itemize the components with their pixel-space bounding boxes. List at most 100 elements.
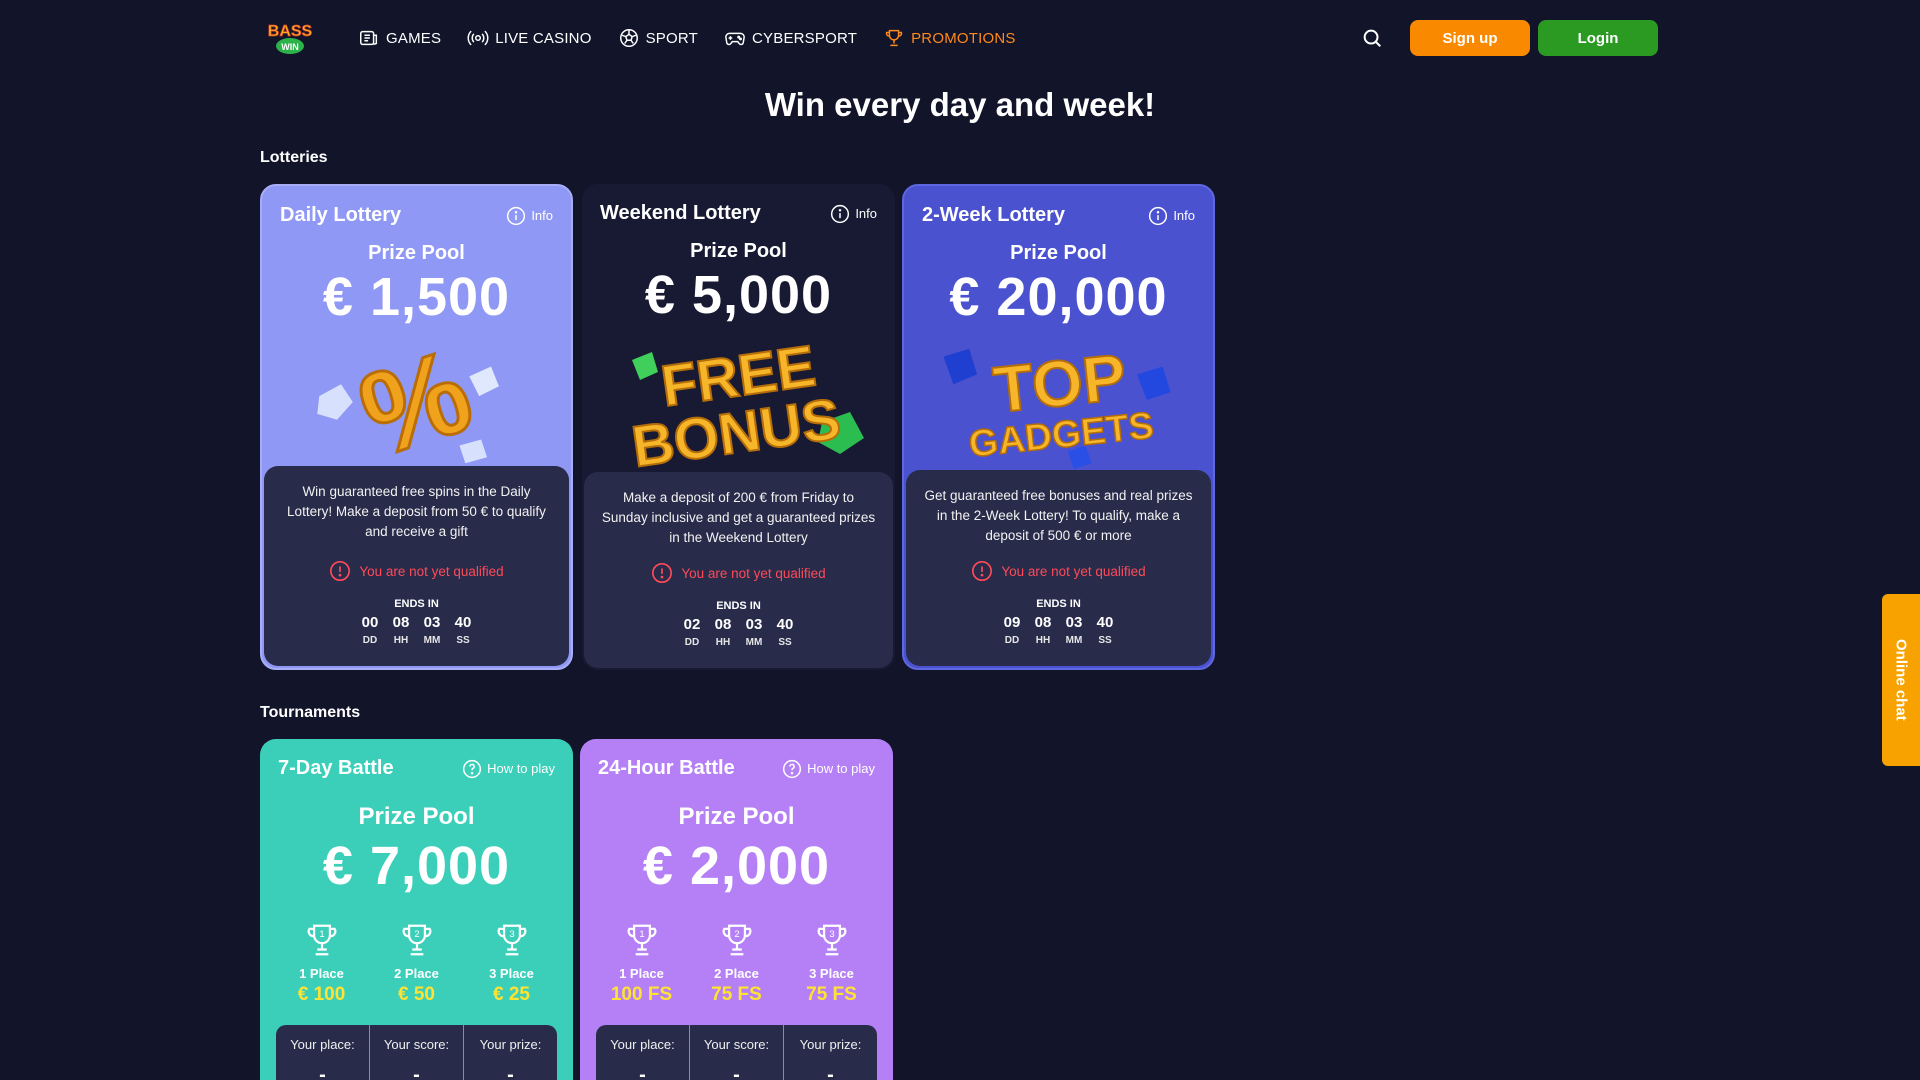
lottery-name: Daily Lottery bbox=[280, 204, 402, 226]
trophy-icon: 2 bbox=[402, 924, 431, 956]
bass-win-logo[interactable]: BASS WIN bbox=[260, 18, 320, 58]
signup-button[interactable]: Sign up bbox=[1410, 20, 1530, 56]
timer-days: 09 bbox=[1003, 614, 1021, 631]
ends-in-label: ENDS IN bbox=[394, 598, 439, 610]
prize-pool-amount: € 20,000 bbox=[949, 267, 1168, 327]
your-place-value: - bbox=[639, 1064, 646, 1080]
info-label: Info bbox=[531, 208, 553, 223]
live-casino-icon bbox=[467, 30, 489, 46]
svg-text:2: 2 bbox=[734, 929, 739, 940]
svg-text:3: 3 bbox=[509, 929, 514, 940]
prize-pool-amount: € 2,000 bbox=[642, 836, 831, 896]
warning-icon bbox=[652, 563, 673, 583]
daily-lottery-card[interactable]: Daily Lottery Info Prize Pool € 1,500 % … bbox=[260, 184, 573, 670]
info-link[interactable]: Info bbox=[830, 204, 877, 224]
lottery-name: 2-Week Lottery bbox=[922, 204, 1066, 226]
twenty-four-hour-battle-card[interactable]: 24-Hour Battle How to play Prize Pool € … bbox=[580, 739, 893, 1080]
card-header: Weekend Lottery Info bbox=[600, 202, 877, 225]
place-prize: € 25 bbox=[493, 984, 530, 1005]
first-place: 1 1 Place € 100 bbox=[282, 921, 362, 1006]
timer-seconds-label: SS bbox=[456, 635, 470, 646]
lottery-details-panel: Get guaranteed free bonuses and real pri… bbox=[906, 470, 1211, 666]
timer-days-label: DD bbox=[362, 635, 378, 646]
status-text: You are not yet qualified bbox=[359, 563, 504, 579]
timer-hours-label: HH bbox=[1035, 635, 1051, 646]
your-score-value: - bbox=[413, 1064, 420, 1080]
lottery-details-panel: Win guaranteed free spins in the Daily L… bbox=[264, 466, 569, 666]
your-prize-value: - bbox=[827, 1064, 834, 1080]
tournament-name: 24-Hour Battle bbox=[598, 757, 735, 779]
prize-places: 1 1 Place 100 FS 2 2 Place 75 FS 3 3 Pla… bbox=[580, 921, 893, 1006]
prize-pool-label: Prize Pool bbox=[1010, 242, 1107, 264]
timer-seconds: 40 bbox=[454, 614, 472, 631]
timer-hours: 08 bbox=[392, 614, 410, 631]
svg-text:WIN: WIN bbox=[281, 42, 299, 52]
place-name: 3 Place bbox=[809, 966, 854, 981]
trophy-icon: 3 bbox=[817, 924, 846, 956]
nav-live-casino[interactable]: LIVE CASINO bbox=[467, 27, 591, 49]
timer-days: 02 bbox=[683, 616, 701, 633]
timer-hours-label: HH bbox=[715, 637, 731, 648]
ends-in-label: ENDS IN bbox=[716, 600, 761, 612]
prize-pool-amount: € 7,000 bbox=[322, 836, 511, 896]
prize-places: 1 1 Place € 100 2 2 Place € 50 3 3 Place… bbox=[260, 921, 573, 1006]
nav-promotions-label: PROMOTIONS bbox=[911, 29, 1016, 47]
top-gadgets-illustration: TOP GADGETS bbox=[904, 336, 1213, 472]
lottery-description: Make a deposit of 200 € from Friday to S… bbox=[601, 490, 876, 545]
how-to-play-link[interactable]: How to play bbox=[782, 759, 875, 779]
card-header: 24-Hour Battle How to play bbox=[598, 757, 875, 780]
timer-minutes-label: MM bbox=[423, 635, 441, 646]
soccer-ball-icon bbox=[619, 29, 638, 47]
nav-promotions[interactable]: PROMOTIONS bbox=[883, 27, 1016, 49]
search-button[interactable] bbox=[1352, 20, 1392, 56]
second-place: 2 2 Place 75 FS bbox=[697, 921, 777, 1006]
ends-in-label: ENDS IN bbox=[1036, 598, 1081, 610]
info-link[interactable]: Info bbox=[1148, 206, 1195, 226]
place-name: 2 Place bbox=[714, 966, 759, 981]
lottery-details-panel: Make a deposit of 200 € from Friday to S… bbox=[584, 472, 893, 668]
nav-cybersport-label: CYBERSPORT bbox=[752, 29, 858, 47]
online-chat-label: Online chat bbox=[1892, 639, 1910, 721]
info-link[interactable]: Info bbox=[506, 206, 553, 226]
prize-pool-amount: € 1,500 bbox=[322, 267, 511, 327]
tournament-name: 7-Day Battle bbox=[278, 757, 394, 779]
seven-day-battle-card[interactable]: 7-Day Battle How to play Prize Pool € 7,… bbox=[260, 739, 573, 1080]
online-chat-tab[interactable]: Online chat bbox=[1882, 594, 1920, 766]
nav-games[interactable]: GAMES bbox=[358, 27, 441, 49]
lottery-name: Weekend Lottery bbox=[600, 202, 761, 224]
nav-cybersport[interactable]: CYBERSPORT bbox=[724, 27, 857, 49]
warning-icon bbox=[330, 561, 351, 581]
your-place-value: - bbox=[319, 1064, 326, 1080]
status-text: You are not yet qualified bbox=[681, 565, 826, 581]
place-name: 1 Place bbox=[299, 966, 344, 981]
info-icon bbox=[507, 206, 526, 225]
place-prize: 75 FS bbox=[806, 984, 857, 1005]
search-icon bbox=[1363, 29, 1381, 47]
place-prize: € 50 bbox=[398, 984, 435, 1005]
two-week-lottery-card[interactable]: 2-Week Lottery Info Prize Pool € 20,000 … bbox=[902, 184, 1215, 670]
third-place: 3 3 Place 75 FS bbox=[792, 921, 872, 1006]
how-to-play-link[interactable]: How to play bbox=[462, 759, 555, 779]
timer-minutes: 03 bbox=[1065, 614, 1083, 631]
question-icon bbox=[462, 759, 482, 778]
nav-sport[interactable]: SPORT bbox=[618, 27, 698, 49]
info-icon bbox=[1149, 206, 1168, 225]
weekend-lottery-card[interactable]: Weekend Lottery Info Prize Pool € 5,000 … bbox=[582, 184, 895, 670]
tournaments-section-title: Tournaments bbox=[260, 704, 361, 721]
login-button[interactable]: Login bbox=[1538, 20, 1658, 56]
games-icon bbox=[360, 30, 378, 46]
info-label: Info bbox=[1173, 208, 1195, 223]
your-prize-label: Your prize: bbox=[799, 1037, 862, 1052]
place-prize: € 100 bbox=[297, 984, 346, 1005]
timer-seconds: 40 bbox=[1096, 614, 1114, 631]
your-score-label: Your score: bbox=[383, 1037, 450, 1052]
timer-seconds-label: SS bbox=[778, 637, 792, 648]
percent-crystals-illustration: % bbox=[262, 323, 571, 484]
second-place: 2 2 Place € 50 bbox=[377, 921, 457, 1006]
timer-seconds: 40 bbox=[776, 616, 794, 633]
timer-minutes-label: MM bbox=[745, 637, 763, 648]
first-place: 1 1 Place 100 FS bbox=[602, 921, 682, 1006]
timer-hours-label: HH bbox=[393, 635, 409, 646]
trophy-icon: 1 bbox=[307, 924, 336, 956]
qualification-status: You are not yet qualified bbox=[584, 562, 893, 584]
